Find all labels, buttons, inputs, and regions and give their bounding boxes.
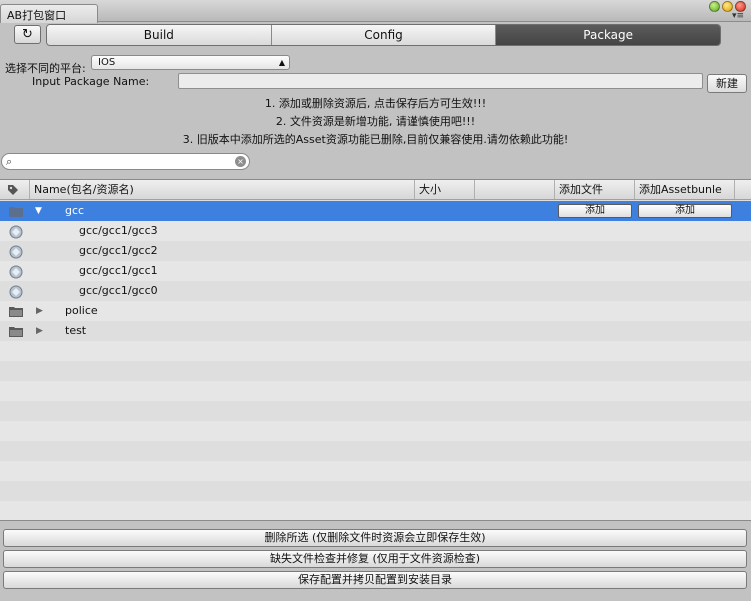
empty-row xyxy=(0,341,751,361)
folder-icon xyxy=(9,207,23,217)
column-header-blank[interactable] xyxy=(475,180,555,199)
asset-icon xyxy=(9,285,23,299)
empty-row xyxy=(0,381,751,401)
note-1: 1. 添加或删除资源后, 点击保存后方可生效!!! xyxy=(264,97,487,110)
tree-row-asset[interactable]: gcc/gcc1/gcc0 xyxy=(0,281,751,301)
empty-row xyxy=(0,361,751,381)
new-button[interactable]: 新建 xyxy=(707,74,747,93)
platform-selected: IOS xyxy=(98,57,116,68)
expand-arrow-icon[interactable]: ▼ xyxy=(35,201,42,221)
folder-icon xyxy=(9,327,23,337)
minimize-button[interactable] xyxy=(709,1,720,12)
window-tab[interactable]: AB打包窗口 xyxy=(0,4,98,23)
search-icon: ⌕ xyxy=(6,155,13,168)
empty-row xyxy=(0,401,751,421)
add-assetbundle-button[interactable]: 添加 xyxy=(638,204,732,218)
tag-icon xyxy=(8,185,18,195)
collapse-arrow-icon[interactable]: ▶ xyxy=(36,321,43,341)
collapse-arrow-icon[interactable]: ▶ xyxy=(36,301,43,321)
column-header-name[interactable]: Name(包名/资源名) xyxy=(30,180,415,199)
add-file-button[interactable]: 添加 xyxy=(558,204,632,218)
empty-row xyxy=(0,461,751,481)
tree-row-label: gcc/gcc1/gcc0 xyxy=(79,284,158,297)
tab-bar: Build Config Package xyxy=(46,24,721,46)
save-config-button[interactable]: 保存配置并拷贝配置到安装目录 xyxy=(3,571,747,589)
tree-row-label: gcc/gcc1/gcc2 xyxy=(79,244,158,257)
window-title: AB打包窗口 xyxy=(7,9,67,22)
empty-row xyxy=(0,481,751,501)
asset-icon xyxy=(9,245,23,259)
empty-row xyxy=(0,421,751,441)
note-3: 3. 旧版本中添加所选的Asset资源功能已删除,目前仅兼容使用.请勿依赖此功能… xyxy=(182,133,569,146)
delete-selected-button[interactable]: 删除所选 (仅删除文件时资源会立即保存生效) xyxy=(3,529,747,547)
folder-icon xyxy=(9,307,23,317)
platform-label: 选择不同的平台: xyxy=(5,62,86,75)
tree-row-label: gcc/gcc1/gcc3 xyxy=(79,224,158,237)
tree-row-asset[interactable]: gcc/gcc1/gcc1 xyxy=(0,261,751,281)
tag-column-header[interactable] xyxy=(0,180,30,199)
empty-row xyxy=(0,441,751,461)
table-header: Name(包名/资源名) 大小 添加文件 添加Assetbunle xyxy=(0,180,751,200)
column-header-size[interactable]: 大小 xyxy=(415,180,475,199)
note-2: 2. 文件资源是新增功能, 请谨慎使用吧!!! xyxy=(275,115,476,128)
empty-row xyxy=(0,501,751,520)
tree-row-asset[interactable]: gcc/gcc1/gcc3 xyxy=(0,221,751,241)
select-arrows-icon: ▲ xyxy=(278,58,285,67)
search-field[interactable]: ⌕ × xyxy=(1,153,250,170)
tree-row-asset[interactable]: gcc/gcc1/gcc2 xyxy=(0,241,751,261)
column-header-add-file[interactable]: 添加文件 xyxy=(555,180,635,199)
asset-icon xyxy=(9,225,23,239)
title-bar: AB打包窗口 ▾≡ xyxy=(0,0,751,23)
tab-config[interactable]: Config xyxy=(271,25,497,45)
check-missing-files-button[interactable]: 缺失文件检查并修复 (仅用于文件资源检查) xyxy=(3,550,747,568)
refresh-button[interactable]: ↻ xyxy=(14,25,41,44)
package-name-input[interactable] xyxy=(178,73,703,89)
platform-select[interactable]: IOS ▲ xyxy=(91,55,290,70)
tab-package[interactable]: Package xyxy=(496,25,720,45)
tab-build[interactable]: Build xyxy=(47,25,272,45)
tree-row-gcc[interactable]: ▼ gcc 添加 添加 xyxy=(0,201,751,221)
refresh-icon: ↻ xyxy=(22,27,33,42)
column-header-add-bundle[interactable]: 添加Assetbunle xyxy=(635,180,735,199)
menu-icon[interactable]: ▾≡ xyxy=(732,11,744,21)
tree-row-test[interactable]: ▶ test xyxy=(0,321,751,341)
tree-row-police[interactable]: ▶ police xyxy=(0,301,751,321)
tree-row-label: gcc xyxy=(65,204,85,217)
package-name-label: Input Package Name: xyxy=(32,75,150,88)
clear-search-icon[interactable]: × xyxy=(235,156,246,167)
tree-row-label: test xyxy=(65,324,87,337)
tree-row-label: gcc/gcc1/gcc1 xyxy=(79,264,158,277)
package-tree: Name(包名/资源名) 大小 添加文件 添加Assetbunle ▼ gcc … xyxy=(0,179,751,521)
tree-row-label: police xyxy=(65,304,98,317)
asset-icon xyxy=(9,265,23,279)
